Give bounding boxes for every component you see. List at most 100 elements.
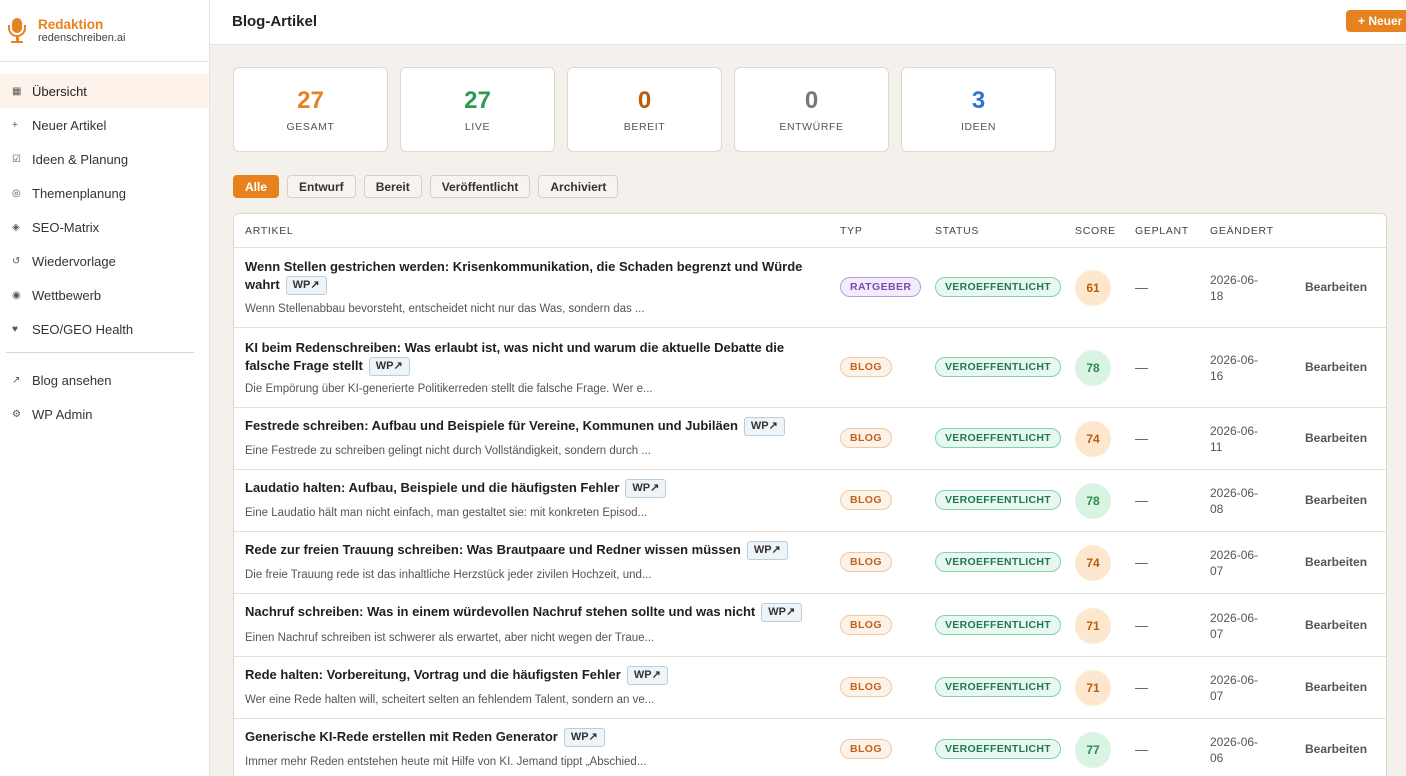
planned-date: —	[1135, 431, 1148, 446]
stat-card-entwürfe[interactable]: 0 ENTWÜRFE	[734, 67, 889, 152]
stat-card-bereit[interactable]: 0 BEREIT	[567, 67, 722, 152]
wp-link[interactable]: WP↗	[743, 417, 785, 436]
changed-date-line1: 2026-06-	[1210, 486, 1259, 500]
filter-veröffentlicht[interactable]: Veröffentlicht	[429, 175, 531, 198]
status-filter-bar: Alle Entwurf Bereit Veröffentlicht Archivier…	[233, 175, 619, 198]
sidebar-item-themenplanung[interactable]: ◎ Themenplanung	[0, 176, 209, 210]
article-excerpt: Wer eine Rede halten will, scheitert sel…	[245, 694, 655, 706]
stat-card-ideen[interactable]: 3 IDEEN	[901, 67, 1056, 152]
table-header: ARTIKEL TYP STATUS SCORE GEPLANT GEÄNDER…	[234, 214, 1386, 248]
sidebar-item-wiedervorlage[interactable]: ↺ Wiedervorlage	[0, 244, 209, 278]
edit-button[interactable]: Bearbeiten	[1305, 742, 1367, 756]
planned-date: —	[1135, 680, 1148, 695]
article-title[interactable]: Wenn Stellen gestrichen werden: Krisenko…	[245, 258, 835, 295]
score-badge: 71	[1075, 608, 1111, 644]
article-title-text[interactable]: Nachruf schreiben: Was in einem würdevol…	[245, 604, 755, 619]
table-row[interactable]: Laudatio halten: Aufbau, Beispiele und d…	[234, 470, 1386, 532]
score-badge: 74	[1075, 545, 1111, 581]
stat-card-live[interactable]: 27 LIVE	[400, 67, 555, 152]
wp-link[interactable]: WP↗	[285, 276, 327, 295]
sidebar-link-label: WP Admin	[32, 406, 93, 422]
stat-card-gesamt[interactable]: 27 GESAMT	[233, 67, 388, 152]
article-title[interactable]: Nachruf schreiben: Was in einem würdevol…	[245, 603, 825, 622]
status-badge: VEROEFFENTLICHT	[935, 615, 1061, 635]
type-badge: BLOG	[840, 552, 892, 572]
table-row[interactable]: Generische KI-Rede erstellen mit Reden G…	[234, 719, 1386, 776]
type-badge: BLOG	[840, 739, 892, 759]
stat-label: ENTWÜRFE	[779, 121, 844, 133]
changed-date: 2026-06- 07	[1210, 547, 1270, 579]
column-header-score[interactable]: SCORE	[1075, 225, 1116, 237]
article-title-text[interactable]: KI beim Redenschreiben: Was erlaubt ist,…	[245, 340, 784, 373]
planned-date: —	[1135, 742, 1148, 757]
changed-date: 2026-06- 11	[1210, 423, 1270, 455]
heart-icon: ♥	[12, 323, 18, 335]
filter-alle[interactable]: Alle	[233, 175, 280, 198]
edit-button[interactable]: Bearbeiten	[1305, 555, 1367, 569]
column-header-artikel[interactable]: ARTIKEL	[245, 225, 293, 237]
sidebar-item-label: Wettbewerb	[32, 287, 102, 303]
table-row[interactable]: KI beim Redenschreiben: Was erlaubt ist,…	[234, 328, 1386, 408]
edit-button[interactable]: Bearbeiten	[1305, 360, 1367, 374]
wp-link[interactable]: WP↗	[626, 666, 668, 685]
filter-archiviert[interactable]: Archiviert	[538, 175, 619, 198]
article-title-text[interactable]: Laudatio halten: Aufbau, Beispiele und d…	[245, 480, 619, 495]
changed-date-line1: 2026-06-	[1210, 353, 1259, 367]
radio-icon: ◉	[12, 289, 21, 301]
table-row[interactable]: Nachruf schreiben: Was in einem würdevol…	[234, 594, 1386, 657]
article-excerpt: Eine Festrede zu schreiben gelingt nicht…	[245, 445, 651, 457]
article-title-text[interactable]: Wenn Stellen gestrichen werden: Krisenko…	[245, 259, 802, 292]
type-badge: BLOG	[840, 677, 892, 697]
table-row[interactable]: Wenn Stellen gestrichen werden: Krisenko…	[234, 248, 1386, 328]
edit-button[interactable]: Bearbeiten	[1305, 493, 1367, 507]
table-row[interactable]: Rede zur freien Trauung schreiben: Was B…	[234, 532, 1386, 594]
wp-link[interactable]: WP↗	[625, 479, 667, 498]
sidebar-item-seo-geo-health[interactable]: ♥ SEO/GEO Health	[0, 312, 209, 346]
planned-date: —	[1135, 618, 1148, 633]
article-title-text[interactable]: Festrede schreiben: Aufbau und Beispiele…	[245, 418, 738, 433]
stat-value: 27	[297, 87, 324, 114]
edit-button[interactable]: Bearbeiten	[1305, 280, 1367, 294]
changed-date: 2026-06- 18	[1210, 272, 1270, 304]
sidebar-item-label: Ideen & Planung	[32, 151, 129, 167]
column-header-status[interactable]: STATUS	[935, 225, 979, 237]
article-title-text[interactable]: Rede zur freien Trauung schreiben: Was B…	[245, 542, 741, 557]
sidebar-item-ideen-planung[interactable]: ☑ Ideen & Planung	[0, 142, 209, 176]
table-row[interactable]: Festrede schreiben: Aufbau und Beispiele…	[234, 408, 1386, 470]
sidebar-item-wettbewerb[interactable]: ◉ Wettbewerb	[0, 278, 209, 312]
edit-button[interactable]: Bearbeiten	[1305, 431, 1367, 445]
wp-link[interactable]: WP↗	[746, 541, 788, 560]
article-title[interactable]: Festrede schreiben: Aufbau und Beispiele…	[245, 417, 825, 436]
article-title[interactable]: Rede halten: Vorbereitung, Vortrag und d…	[245, 666, 825, 685]
sidebar-link-blog-ansehen[interactable]: ↗ Blog ansehen	[0, 363, 209, 397]
wp-link[interactable]: WP↗	[563, 728, 605, 747]
grid-icon: ▦	[12, 85, 22, 97]
article-title-text[interactable]: Rede halten: Vorbereitung, Vortrag und d…	[245, 667, 621, 682]
edit-button[interactable]: Bearbeiten	[1305, 618, 1367, 632]
wp-link[interactable]: WP↗	[368, 357, 410, 376]
table-row[interactable]: Rede halten: Vorbereitung, Vortrag und d…	[234, 657, 1386, 719]
score-badge: 78	[1075, 350, 1111, 386]
column-header-geplant[interactable]: GEPLANT	[1135, 225, 1189, 237]
edit-button[interactable]: Bearbeiten	[1305, 680, 1367, 694]
new-article-button[interactable]: + Neuer	[1346, 10, 1406, 32]
filter-bereit[interactable]: Bereit	[363, 175, 422, 198]
article-title-text[interactable]: Generische KI-Rede erstellen mit Reden G…	[245, 729, 558, 744]
stat-label: GESAMT	[286, 121, 335, 133]
column-header-geaendert[interactable]: GEÄNDERT	[1210, 225, 1274, 237]
table-body: Wenn Stellen gestrichen werden: Krisenko…	[234, 248, 1386, 776]
sidebar: Redaktion redenschreiben.ai ▦ Übersicht + N…	[0, 0, 210, 776]
sidebar-item-neuer-artikel[interactable]: + Neuer Artikel	[0, 108, 209, 142]
sidebar-item-seo-matrix[interactable]: ◈ SEO-Matrix	[0, 210, 209, 244]
sidebar-divider	[6, 352, 194, 353]
column-header-typ[interactable]: TYP	[840, 225, 863, 237]
wp-link[interactable]: WP↗	[761, 603, 803, 622]
brand[interactable]: Redaktion redenschreiben.ai	[0, 0, 209, 62]
article-title[interactable]: KI beim Redenschreiben: Was erlaubt ist,…	[245, 339, 825, 376]
sidebar-link-wp-admin[interactable]: ⚙ WP Admin	[0, 397, 209, 431]
article-title[interactable]: Laudatio halten: Aufbau, Beispiele und d…	[245, 479, 825, 498]
article-title[interactable]: Generische KI-Rede erstellen mit Reden G…	[245, 728, 825, 747]
article-title[interactable]: Rede zur freien Trauung schreiben: Was B…	[245, 541, 825, 560]
sidebar-item-übersicht[interactable]: ▦ Übersicht	[0, 74, 209, 108]
filter-entwurf[interactable]: Entwurf	[287, 175, 356, 198]
